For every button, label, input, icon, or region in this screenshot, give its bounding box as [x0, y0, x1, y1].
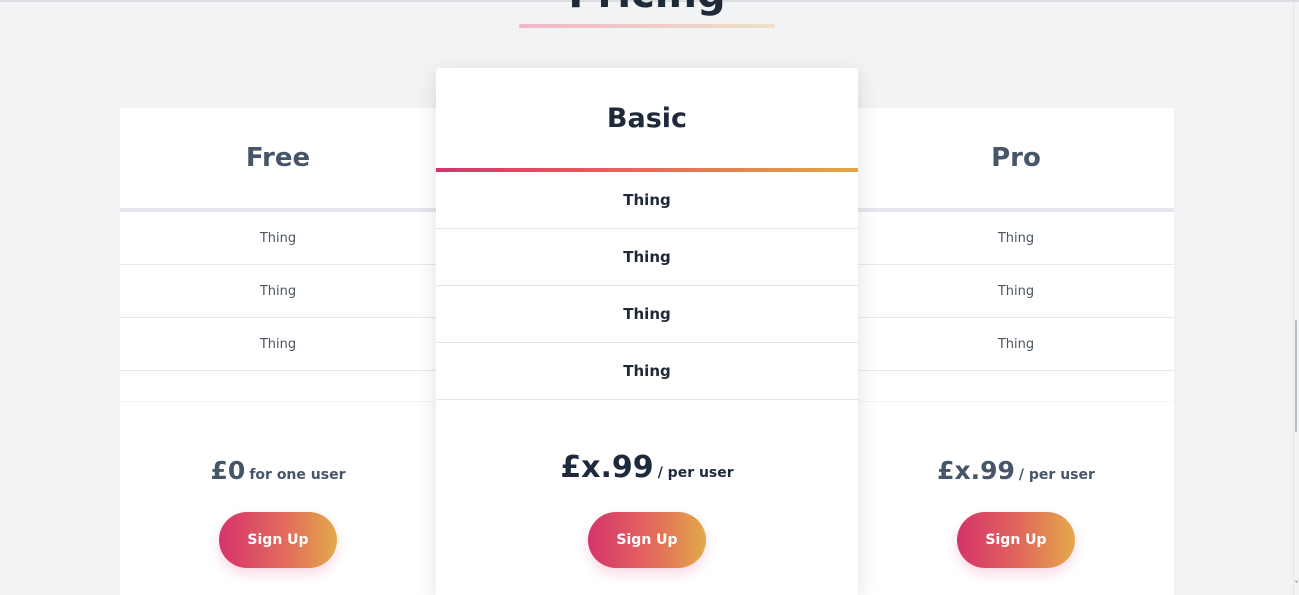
- plan-title: Basic: [606, 102, 688, 134]
- price-amount: £x.99: [937, 456, 1015, 485]
- price-amount: £x.99: [560, 450, 654, 485]
- feature-row: Thing: [436, 172, 858, 229]
- plan-price: £x.99/ per user: [436, 450, 858, 485]
- feature-row: Thing: [858, 212, 1174, 265]
- feature-row: Thing: [120, 318, 436, 371]
- feature-row: Thing: [120, 265, 436, 318]
- page-heading: Pricing: [0, 0, 1294, 16]
- price-suffix: for one user: [249, 467, 346, 483]
- price-suffix: / per user: [1018, 467, 1095, 483]
- feature-spacer: [858, 371, 1174, 402]
- sign-up-button[interactable]: Sign Up: [588, 512, 706, 568]
- feature-row: Thing: [858, 318, 1174, 371]
- scrollbar[interactable]: ˅: [1293, 2, 1299, 595]
- plan-price: £0 for one user: [120, 456, 436, 485]
- plan-card-basic: Basic Thing Thing Thing Thing £x.99/ per…: [436, 68, 858, 595]
- feature-row: Thing: [858, 265, 1174, 318]
- feature-row: Thing: [436, 286, 858, 343]
- plan-card-pro: Pro Thing Thing Thing £x.99/ per user Si…: [858, 108, 1174, 595]
- feature-spacer: [120, 371, 436, 402]
- feature-row: Thing: [436, 229, 858, 286]
- sign-up-button[interactable]: Sign Up: [219, 512, 337, 568]
- heading-underline: [519, 24, 775, 28]
- plan-title: Pro: [991, 143, 1041, 173]
- price-suffix: / per user: [657, 465, 734, 481]
- feature-row: Thing: [436, 343, 858, 400]
- plan-card-free: Free Thing Thing Thing £0 for one user Si…: [120, 108, 436, 595]
- feature-row: Thing: [120, 212, 436, 265]
- plan-price: £x.99/ per user: [858, 456, 1174, 485]
- scroll-down-icon[interactable]: ˅: [1294, 581, 1299, 589]
- price-amount: £0: [210, 456, 246, 485]
- sign-up-button[interactable]: Sign Up: [957, 512, 1075, 568]
- scrollbar-thumb[interactable]: [1295, 320, 1297, 432]
- plan-title: Free: [245, 143, 311, 173]
